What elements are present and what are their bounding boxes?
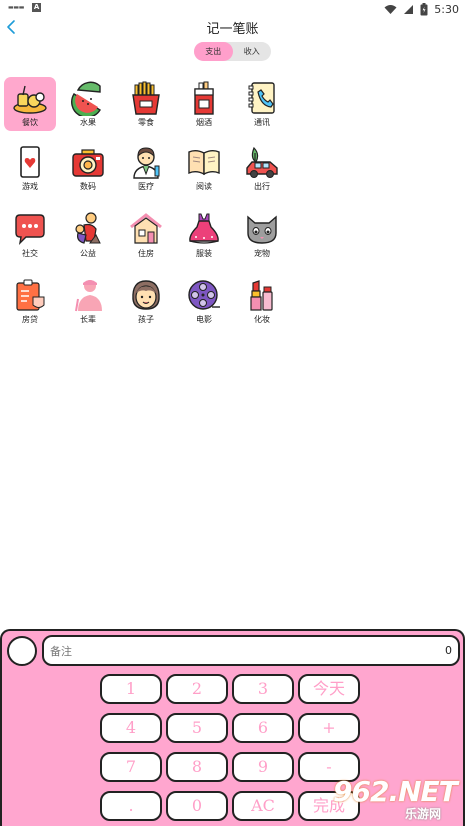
elder-icon: [75, 280, 102, 312]
category-clothing[interactable]: 服装: [178, 208, 230, 262]
fries-icon: [132, 81, 160, 115]
category-label: 餐饮: [22, 118, 38, 127]
amount-display: 0: [445, 644, 452, 657]
key-dot[interactable]: .: [100, 791, 162, 821]
clock: 5:30: [434, 2, 459, 16]
child-icon: [132, 280, 160, 310]
camera-icon: [72, 149, 104, 177]
car-icon: [246, 146, 278, 178]
doctor-icon: [133, 147, 160, 179]
watermark: 962.NET 乐游网: [333, 775, 463, 823]
film-reel-icon: [188, 280, 220, 310]
house-icon: [130, 213, 162, 244]
status-bar: ▬▬▬ A 5:30: [0, 0, 465, 18]
watermark-text: 乐游网: [405, 807, 442, 821]
category-child[interactable]: 孩子: [120, 274, 172, 328]
key-5[interactable]: 5: [166, 713, 228, 743]
signal-icon: [404, 4, 414, 14]
meal-icon: [13, 85, 47, 114]
page-title: 记一笔账: [206, 22, 259, 37]
note-input[interactable]: [50, 642, 410, 660]
type-toggle: 支出 收入: [194, 42, 271, 61]
mortgage-icon: [16, 279, 45, 311]
key-0[interactable]: 0: [166, 791, 228, 821]
category-indicator[interactable]: [7, 636, 37, 666]
category-label: 社交: [22, 249, 38, 258]
category-telecom[interactable]: 通讯: [236, 77, 288, 131]
category-label: 电影: [196, 315, 212, 324]
dress-icon: [189, 213, 219, 244]
category-label: 公益: [80, 249, 96, 258]
category-label: 出行: [254, 182, 270, 191]
category-label: 水果: [80, 118, 96, 127]
charity-icon: [75, 212, 101, 244]
category-label: 房贷: [22, 315, 38, 324]
key-7[interactable]: 7: [100, 752, 162, 782]
category-label: 长辈: [80, 315, 96, 324]
category-fruit[interactable]: 水果: [62, 77, 114, 131]
category-makeup[interactable]: 化妆: [236, 274, 288, 328]
category-charity[interactable]: 公益: [62, 208, 114, 262]
category-mortgage[interactable]: 房贷: [4, 274, 56, 328]
category-game[interactable]: 游戏: [4, 141, 56, 195]
category-medical[interactable]: 医疗: [120, 141, 172, 195]
category-movie[interactable]: 电影: [178, 274, 230, 328]
cigarette-icon: [194, 81, 214, 115]
category-label: 宠物: [254, 249, 270, 258]
category-label: 数码: [80, 182, 96, 191]
category-label: 烟酒: [196, 118, 212, 127]
key-plus[interactable]: +: [298, 713, 360, 743]
category-label: 服装: [196, 249, 212, 258]
battery-icon: [420, 2, 428, 15]
category-label: 零食: [138, 118, 154, 127]
key-1[interactable]: 1: [100, 674, 162, 704]
category-elder[interactable]: 长辈: [62, 274, 114, 328]
watermelon-icon: [71, 81, 101, 116]
key-8[interactable]: 8: [166, 752, 228, 782]
tab-expense[interactable]: 支出: [194, 42, 233, 61]
wifi-icon: [384, 4, 397, 14]
category-label: 通讯: [254, 118, 270, 127]
notification-icon: ▬▬▬: [8, 3, 25, 11]
key-today[interactable]: 今天: [298, 674, 360, 704]
category-housing[interactable]: 住房: [120, 208, 172, 262]
category-tobacco[interactable]: 烟酒: [178, 77, 230, 131]
key-9[interactable]: 9: [232, 752, 294, 782]
category-label: 医疗: [138, 182, 154, 191]
book-icon: [188, 150, 220, 176]
key-4[interactable]: 4: [100, 713, 162, 743]
note-field[interactable]: 0: [42, 635, 460, 666]
tab-income[interactable]: 收入: [233, 42, 272, 61]
category-digital[interactable]: 数码: [62, 141, 114, 195]
category-label: 游戏: [22, 182, 38, 191]
category-meal[interactable]: 餐饮: [4, 77, 56, 131]
key-2[interactable]: 2: [166, 674, 228, 704]
key-clear[interactable]: AC: [232, 791, 294, 821]
key-6[interactable]: 6: [232, 713, 294, 743]
category-label: 阅读: [196, 182, 212, 191]
watermark-logo: 962.NET: [333, 775, 458, 808]
phone-book-icon: [248, 82, 275, 114]
lipstick-icon: [250, 280, 273, 311]
category-label: 孩子: [138, 315, 154, 324]
category-label: 化妆: [254, 315, 270, 324]
category-reading[interactable]: 阅读: [178, 141, 230, 195]
app-badge-icon: A: [32, 3, 42, 12]
category-social[interactable]: 社交: [4, 208, 56, 262]
cat-icon: [247, 215, 277, 244]
key-3[interactable]: 3: [232, 674, 294, 704]
chat-bubble-icon: [15, 214, 45, 246]
playing-card-icon: [20, 146, 40, 178]
category-snack[interactable]: 零食: [120, 77, 172, 131]
category-travel[interactable]: 出行: [236, 141, 288, 195]
category-label: 住房: [138, 249, 154, 258]
category-pet[interactable]: 宠物: [236, 208, 288, 262]
